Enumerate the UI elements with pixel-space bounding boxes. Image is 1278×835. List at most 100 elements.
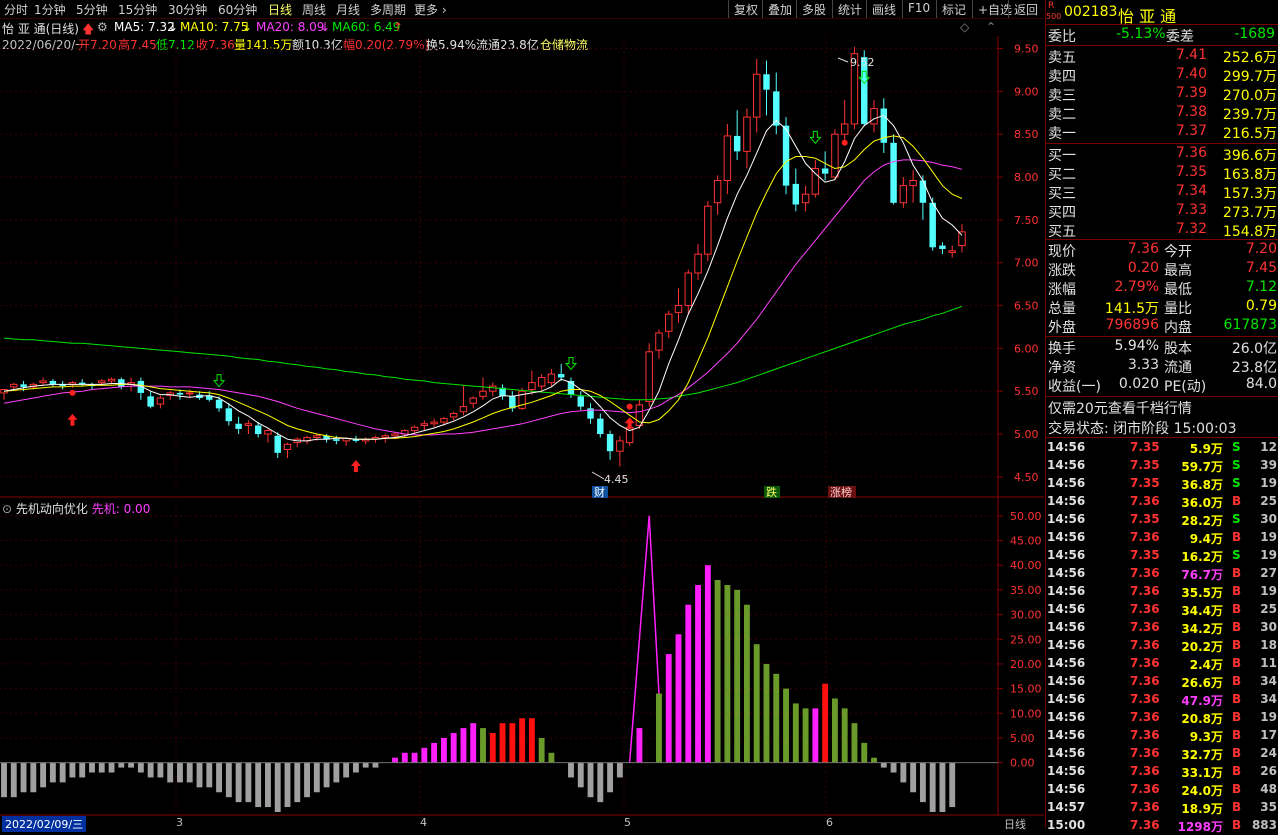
tick-price: 7.36 <box>1130 728 1160 742</box>
stat-label: 净资 <box>1048 360 1076 376</box>
candle-body-down <box>929 202 936 248</box>
indicator-bar <box>880 762 887 768</box>
stat-value: 2.79% <box>1114 279 1159 295</box>
bid-volume: 157.3万 <box>1222 186 1277 202</box>
tick-count: 30 <box>1260 512 1277 526</box>
high-price-label: 9.52 <box>850 56 875 69</box>
tick-count: 27 <box>1260 566 1277 580</box>
indicator-tick-label: 20.00 <box>1010 658 1042 671</box>
indicator-bar <box>489 733 496 763</box>
indicator-bar <box>675 634 682 763</box>
candle-body-up <box>694 253 702 274</box>
tick-time: 14:56 <box>1047 494 1086 508</box>
candle-body-up <box>674 305 683 313</box>
candle-body-up <box>156 397 165 405</box>
tick-volume: 18.9万 <box>1181 802 1223 816</box>
indicator-bar <box>108 762 115 773</box>
indicator-bar <box>460 728 467 763</box>
indicator-bar <box>851 723 858 763</box>
tick-row: 14:56 7.36 32.7万 B 24 <box>1046 745 1278 763</box>
indicator-bar <box>313 762 320 793</box>
tick-price: 7.35 <box>1130 476 1160 490</box>
indicator-bar <box>753 644 760 763</box>
kline-chart[interactable]: 9.50 9.00 8.50 8.00 7.50 7.00 6.50 6.00 5.50 5.00… <box>0 0 1044 828</box>
trade-state: 交易状态: 闭市阶段 15:00:03 <box>1048 421 1237 437</box>
event-tag-cai: 财 <box>594 485 605 499</box>
promo-row[interactable]: 仅需20元查看千档行情 <box>1046 398 1278 417</box>
stat-value: 7.20 <box>1245 241 1277 257</box>
indicator-bar <box>265 762 271 808</box>
price-tick-label: 7.00 <box>1014 257 1039 270</box>
bid-volume: 273.7万 <box>1222 205 1277 221</box>
indicator-tick-label: 35.00 <box>1010 584 1042 597</box>
tick-price: 7.36 <box>1130 530 1160 544</box>
tick-price: 7.36 <box>1130 746 1160 760</box>
separator <box>1046 239 1278 240</box>
tick-row: 14:56 7.36 20.8万 B 19 <box>1046 709 1278 727</box>
candle-body-down <box>147 396 154 407</box>
stat-label: 流通 <box>1164 360 1192 376</box>
tick-row: 14:56 7.36 33.1万 B 26 <box>1046 763 1278 781</box>
tick-volume: 36.8万 <box>1181 478 1223 492</box>
candle-body-up <box>840 123 849 135</box>
tick-time: 14:56 <box>1047 656 1086 670</box>
candle-body-down <box>763 74 770 90</box>
candle-body-up <box>479 390 487 397</box>
indicator-name[interactable]: 先机动向优化 <box>16 502 88 516</box>
indicator-bar <box>734 589 741 763</box>
buy-dot-icon <box>69 389 76 396</box>
stat-label: 涨跌 <box>1048 263 1076 279</box>
tick-price: 7.36 <box>1130 782 1160 796</box>
candle-body-down <box>20 384 27 387</box>
indicator-bar <box>822 683 829 763</box>
tick-count: 24 <box>1260 746 1277 760</box>
stat-row: 涨幅 2.79% 最低 7.12 <box>1046 279 1278 298</box>
ask-price: 7.37 <box>1175 123 1207 139</box>
indicator-bar <box>890 762 897 773</box>
indicator-settings-icon[interactable]: ⊙ <box>2 502 12 516</box>
weibi-row: 委比 -5.13% 委差 -1689 <box>1046 26 1278 45</box>
tick-side: B <box>1232 800 1242 814</box>
candle-body-up <box>489 385 497 392</box>
indicator-grid <box>0 515 998 764</box>
price-tick-label: 5.00 <box>1014 428 1039 441</box>
tick-count: 19 <box>1260 710 1277 724</box>
month-label-5: 5 <box>624 816 631 829</box>
indicator-bar <box>284 762 291 808</box>
tick-row: 14:56 7.36 34.4万 B 25 <box>1046 601 1278 619</box>
stock-code: 002183 <box>1064 4 1118 20</box>
tick-time: 14:56 <box>1047 584 1086 598</box>
candle-body-up <box>283 443 292 450</box>
indicator-bar <box>352 762 359 773</box>
indicator-bar <box>411 752 418 763</box>
month-label-4: 4 <box>420 816 427 829</box>
tick-side: B <box>1232 782 1242 796</box>
ask-label: 卖四 <box>1048 69 1076 85</box>
price-tick-label: 9.00 <box>1014 85 1039 98</box>
indicator-tick-label: 30.00 <box>1010 609 1042 622</box>
tick-time: 14:56 <box>1047 512 1086 526</box>
candle-body-down <box>821 168 829 174</box>
tick-time: 14:56 <box>1047 530 1086 544</box>
tick-side: B <box>1232 692 1242 706</box>
tick-time: 14:56 <box>1047 566 1086 580</box>
indicator-bar <box>831 698 838 763</box>
tick-time: 14:56 <box>1047 602 1086 616</box>
indicator-bar <box>98 762 105 773</box>
date-axis: 2022/02/09/三 3 4 5 6 日线 <box>0 816 1044 832</box>
tick-side: B <box>1232 818 1242 832</box>
tick-row: 14:56 7.36 26.6万 B 34 <box>1046 673 1278 691</box>
candle-body-up <box>831 133 839 178</box>
stat-value: 23.8亿 <box>1231 360 1277 376</box>
tick-time: 14:56 <box>1047 458 1086 472</box>
candle-body-up <box>899 185 908 204</box>
separator <box>1046 143 1278 144</box>
candle-body-down <box>49 380 57 385</box>
ask-label: 卖一 <box>1048 126 1076 142</box>
indicator-bar <box>792 703 799 763</box>
indicator-bar <box>841 708 848 763</box>
tick-row: 14:56 7.35 5.9万 S 12 <box>1046 439 1278 457</box>
ask-label: 卖二 <box>1048 107 1076 123</box>
stat-row: 换手 5.94% 股本 26.0亿 <box>1046 338 1278 357</box>
indicator-bar <box>206 762 213 788</box>
